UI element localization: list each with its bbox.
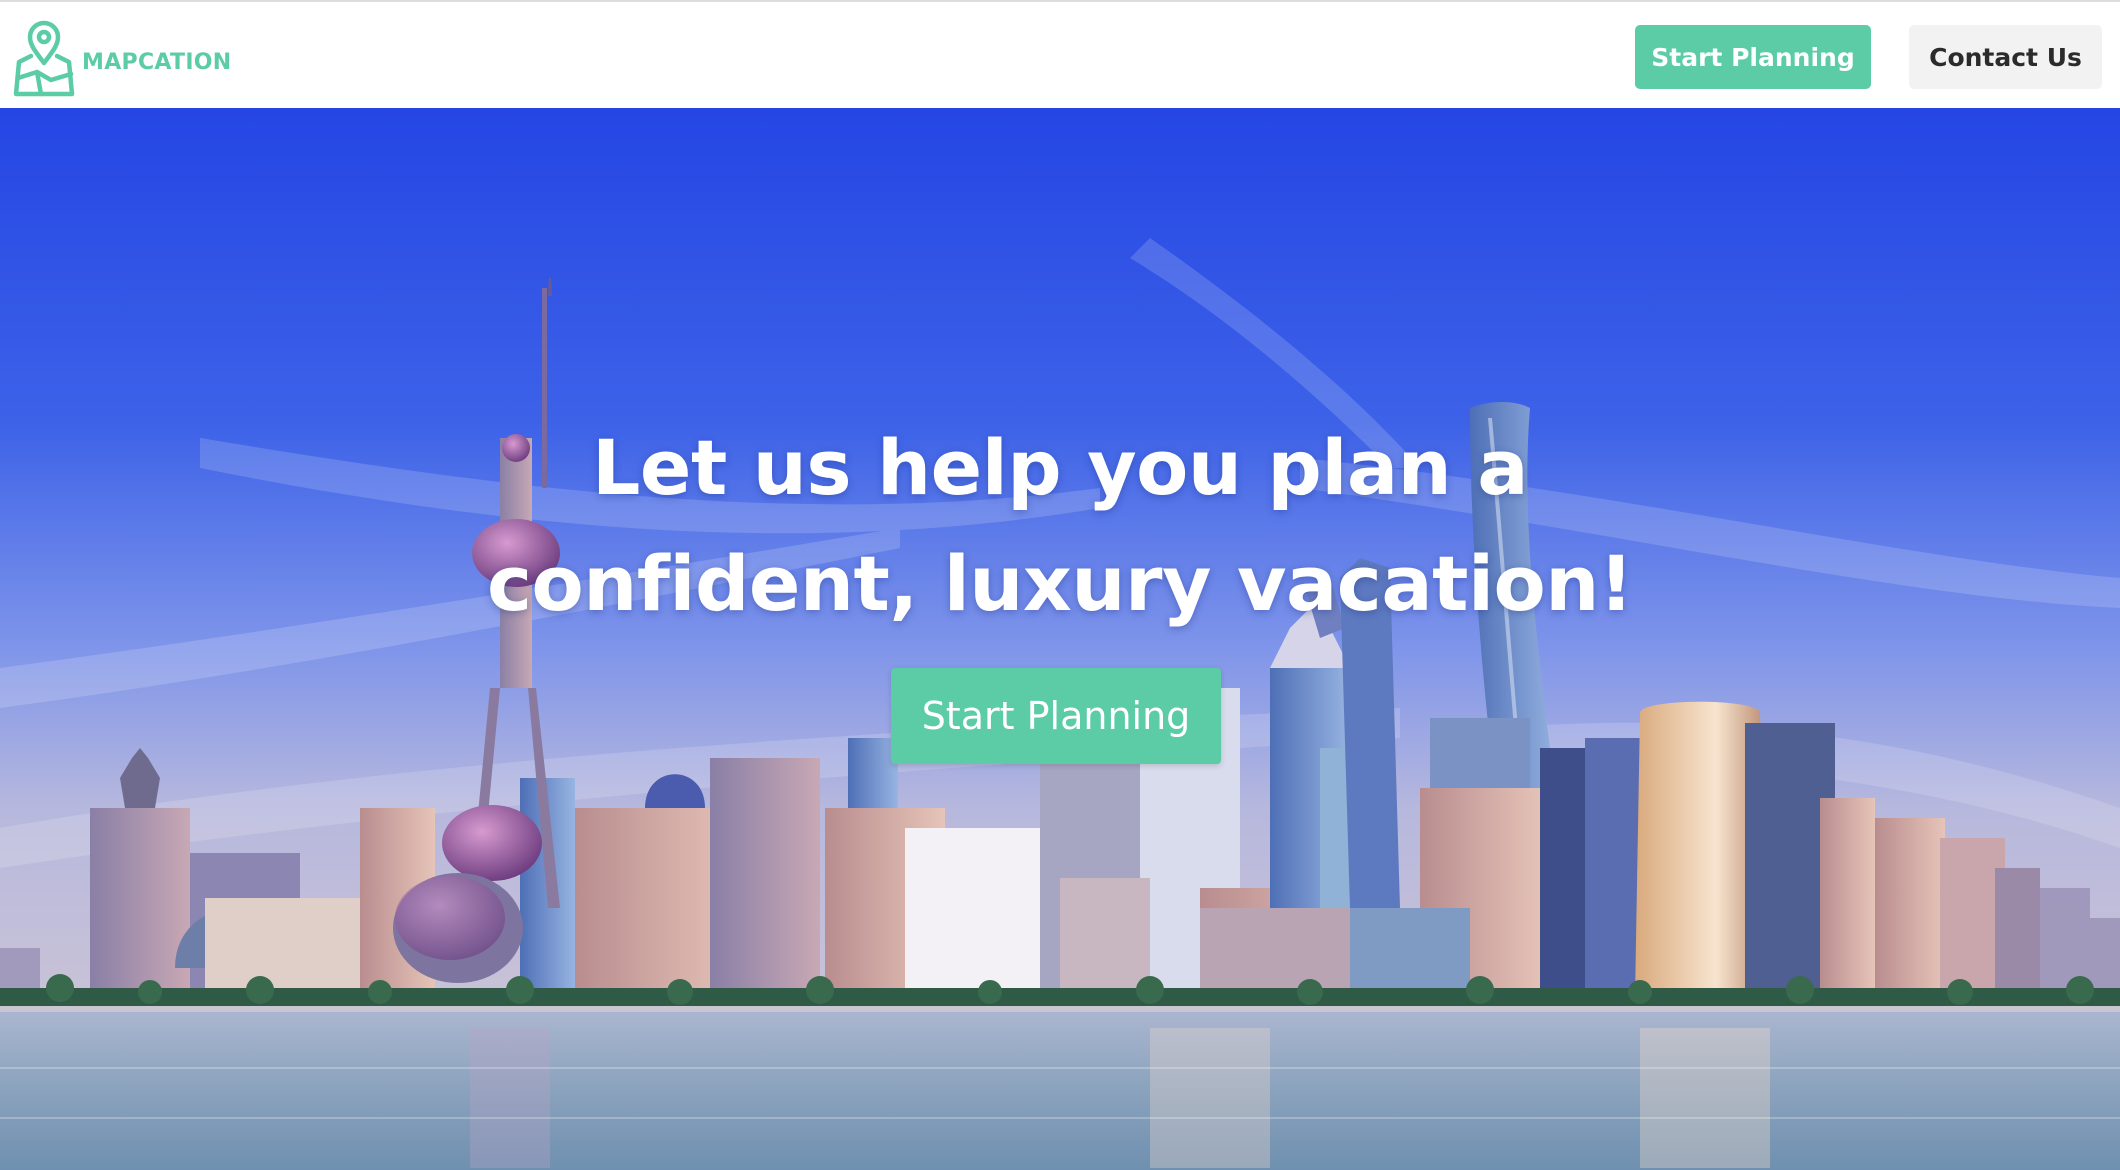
brand-name: MAPCATION bbox=[82, 49, 232, 75]
hero-section: Let us help you plan a confident, luxury… bbox=[0, 108, 2120, 1170]
hero-start-planning-button[interactable]: Start Planning bbox=[891, 668, 1221, 764]
top-navbar: MAPCATION Start Planning Contact Us bbox=[0, 0, 2120, 108]
brand-logo-link[interactable]: MAPCATION bbox=[13, 18, 232, 98]
hero-heading-line-1: Let us help you plan a bbox=[591, 423, 1529, 512]
hero-heading-line-2: confident, luxury vacation! bbox=[487, 539, 1633, 628]
hero-heading: Let us help you plan a confident, luxury… bbox=[360, 410, 1760, 642]
map-pin-icon bbox=[13, 20, 75, 97]
nav-contact-us-button[interactable]: Contact Us bbox=[1909, 25, 2102, 89]
nav-start-planning-button[interactable]: Start Planning bbox=[1635, 25, 1871, 89]
